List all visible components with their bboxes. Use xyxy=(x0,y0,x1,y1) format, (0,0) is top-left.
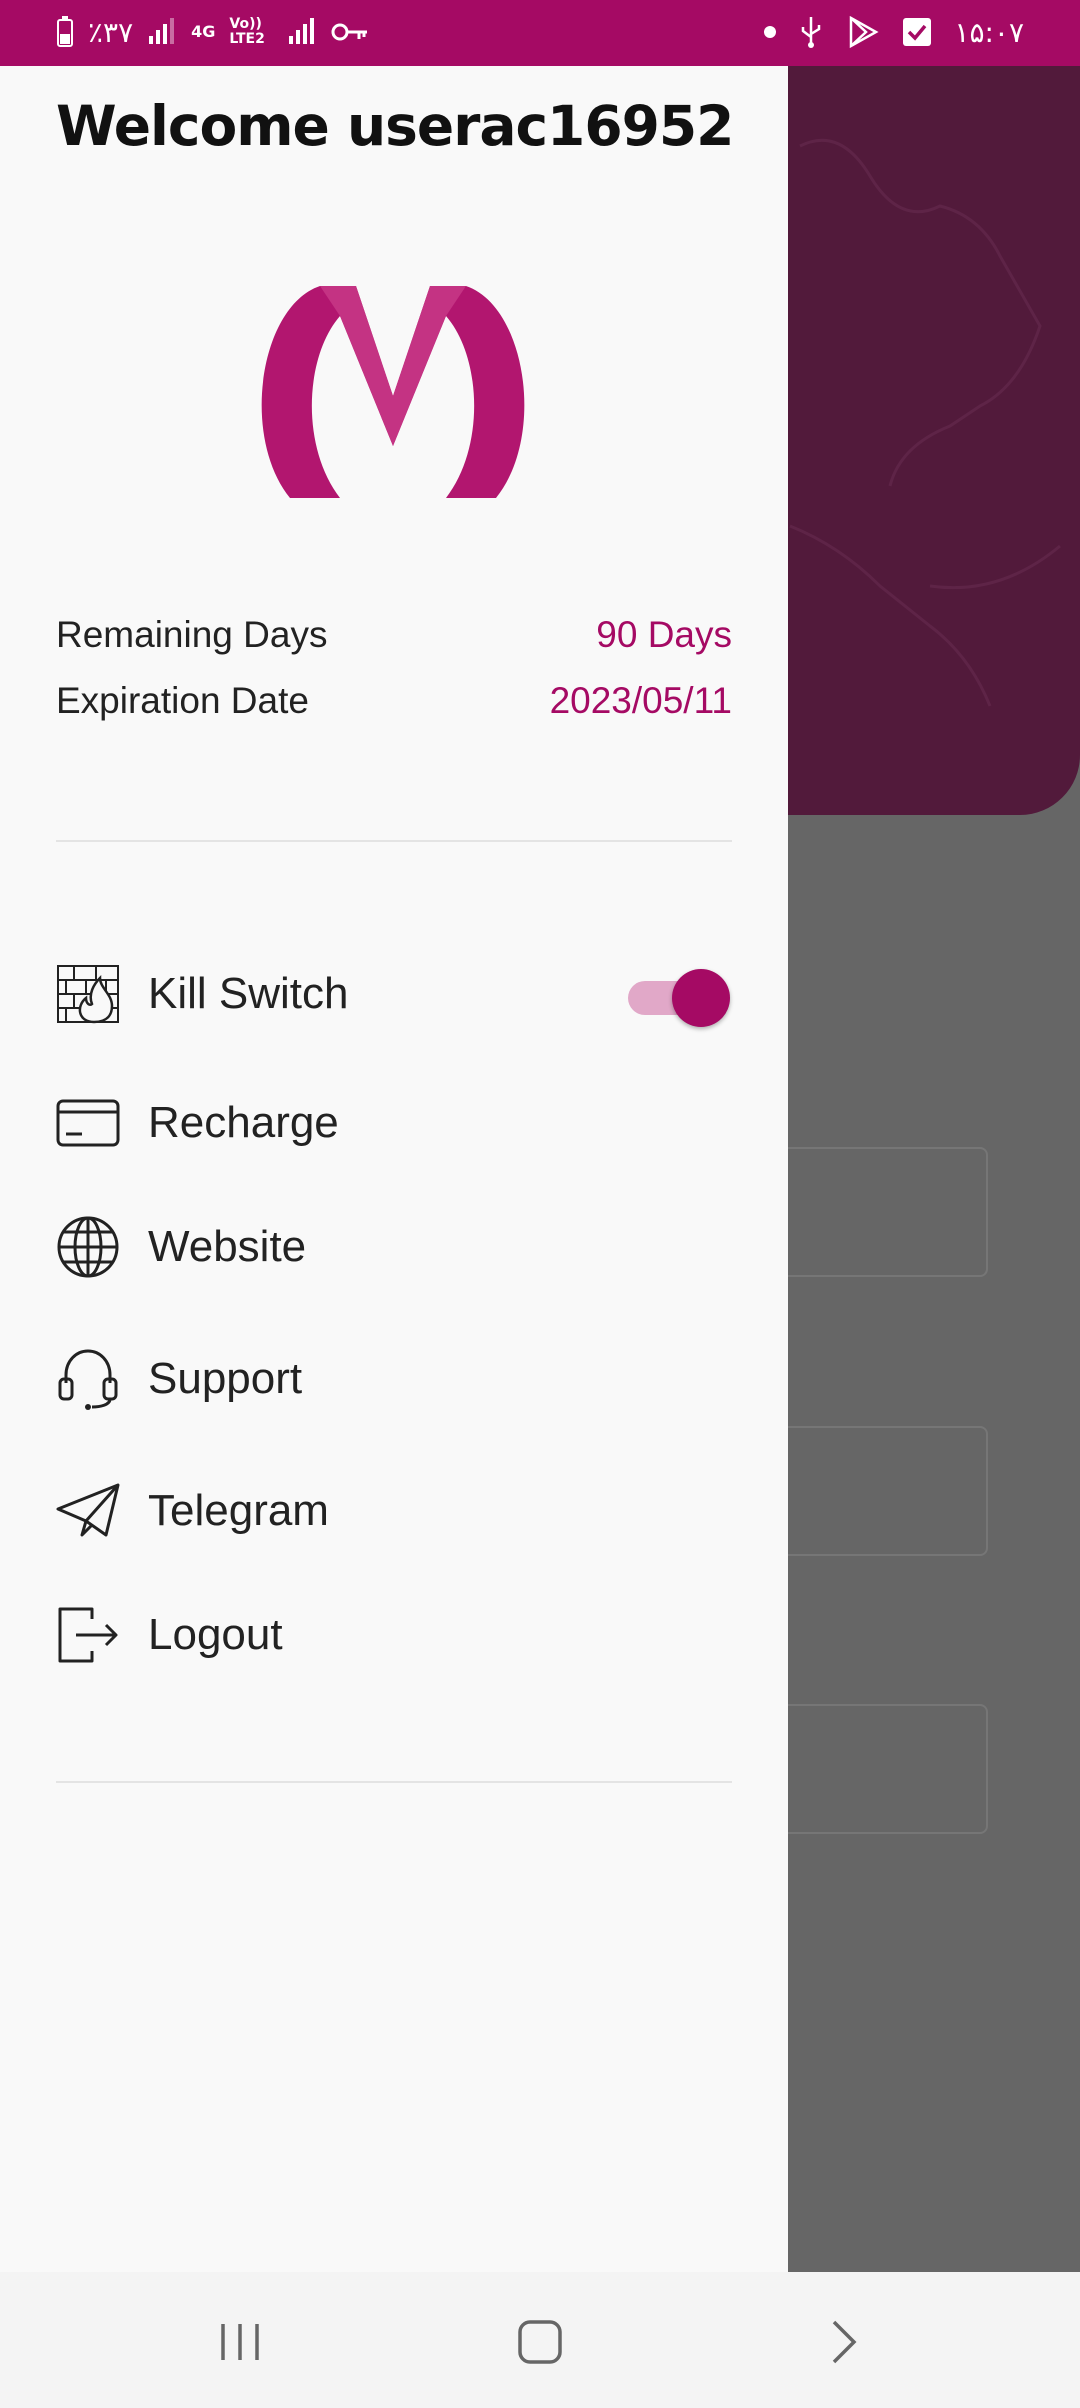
background-field-3 xyxy=(780,1704,988,1834)
system-navigation-bar xyxy=(0,2272,1080,2408)
home-icon xyxy=(518,2320,562,2364)
signal-icon xyxy=(147,14,177,50)
volte-indicator: Vo)) LTE2 xyxy=(229,16,265,47)
world-map-decoration xyxy=(789,138,1061,707)
menu-item-recharge[interactable]: Recharge xyxy=(56,1078,732,1168)
headset-icon xyxy=(56,1347,120,1411)
support-label: Support xyxy=(148,1354,303,1403)
background-field-1 xyxy=(780,1147,988,1277)
check-notification-icon xyxy=(902,14,932,50)
menu-item-logout[interactable]: Logout xyxy=(56,1590,732,1680)
toggle-thumb xyxy=(672,969,730,1027)
menu-item-kill-switch[interactable]: Kill Switch xyxy=(56,949,732,1039)
background-header xyxy=(780,66,1080,815)
signal-2-icon xyxy=(287,14,317,50)
logout-label: Logout xyxy=(148,1610,283,1659)
kill-switch-toggle[interactable] xyxy=(626,961,730,1027)
background-field-2 xyxy=(780,1426,988,1556)
home-button[interactable] xyxy=(500,2312,580,2372)
back-chevron-icon xyxy=(832,2320,857,2364)
divider-top xyxy=(56,840,732,842)
network-type: 4G xyxy=(191,22,216,41)
recent-apps-button[interactable] xyxy=(200,2312,280,2372)
divider-bottom xyxy=(56,1781,732,1783)
recent-apps-icon xyxy=(221,2324,259,2360)
usb-icon xyxy=(798,14,824,50)
expiration-date-value: 2023/05/11 xyxy=(549,680,732,721)
status-right: ۱۵:۰۷ xyxy=(764,14,1024,50)
credit-card-icon xyxy=(56,1091,120,1155)
menu-item-telegram[interactable]: Telegram xyxy=(56,1466,732,1556)
expiration-date-label: Expiration Date xyxy=(56,680,309,721)
app-logo xyxy=(250,276,536,508)
remaining-days-row: Remaining Days 90 Days xyxy=(56,614,732,656)
telegram-label: Telegram xyxy=(148,1486,329,1535)
remaining-days-label: Remaining Days xyxy=(56,614,328,655)
recharge-label: Recharge xyxy=(148,1098,339,1147)
kill-switch-label: Kill Switch xyxy=(148,969,349,1018)
status-left: ٪۳۷ 4G Vo)) LTE2 xyxy=(56,14,369,50)
battery-icon xyxy=(56,14,74,50)
website-label: Website xyxy=(148,1222,307,1271)
menu-item-website[interactable]: Website xyxy=(56,1202,732,1292)
expiration-date-row: Expiration Date 2023/05/11 xyxy=(56,680,732,722)
status-bar: ٪۳۷ 4G Vo)) LTE2 ۱۵:۰۷ xyxy=(0,0,1080,66)
remaining-days-value: 90 Days xyxy=(596,614,732,655)
play-store-icon xyxy=(846,14,880,50)
dot-icon xyxy=(764,14,777,50)
battery-percent: ٪۳۷ xyxy=(88,15,134,49)
firewall-icon xyxy=(56,962,120,1026)
paper-plane-icon xyxy=(56,1479,120,1543)
logout-icon xyxy=(56,1603,120,1667)
back-button[interactable] xyxy=(804,2312,884,2372)
globe-icon xyxy=(56,1215,120,1279)
vpn-key-icon xyxy=(331,14,369,50)
welcome-title: Welcome userac16952 xyxy=(56,94,734,158)
clock: ۱۵:۰۷ xyxy=(954,15,1024,49)
menu-item-support[interactable]: Support xyxy=(56,1334,732,1424)
navigation-drawer: Welcome userac16952 Remaining Days 90 Da… xyxy=(0,66,788,2272)
